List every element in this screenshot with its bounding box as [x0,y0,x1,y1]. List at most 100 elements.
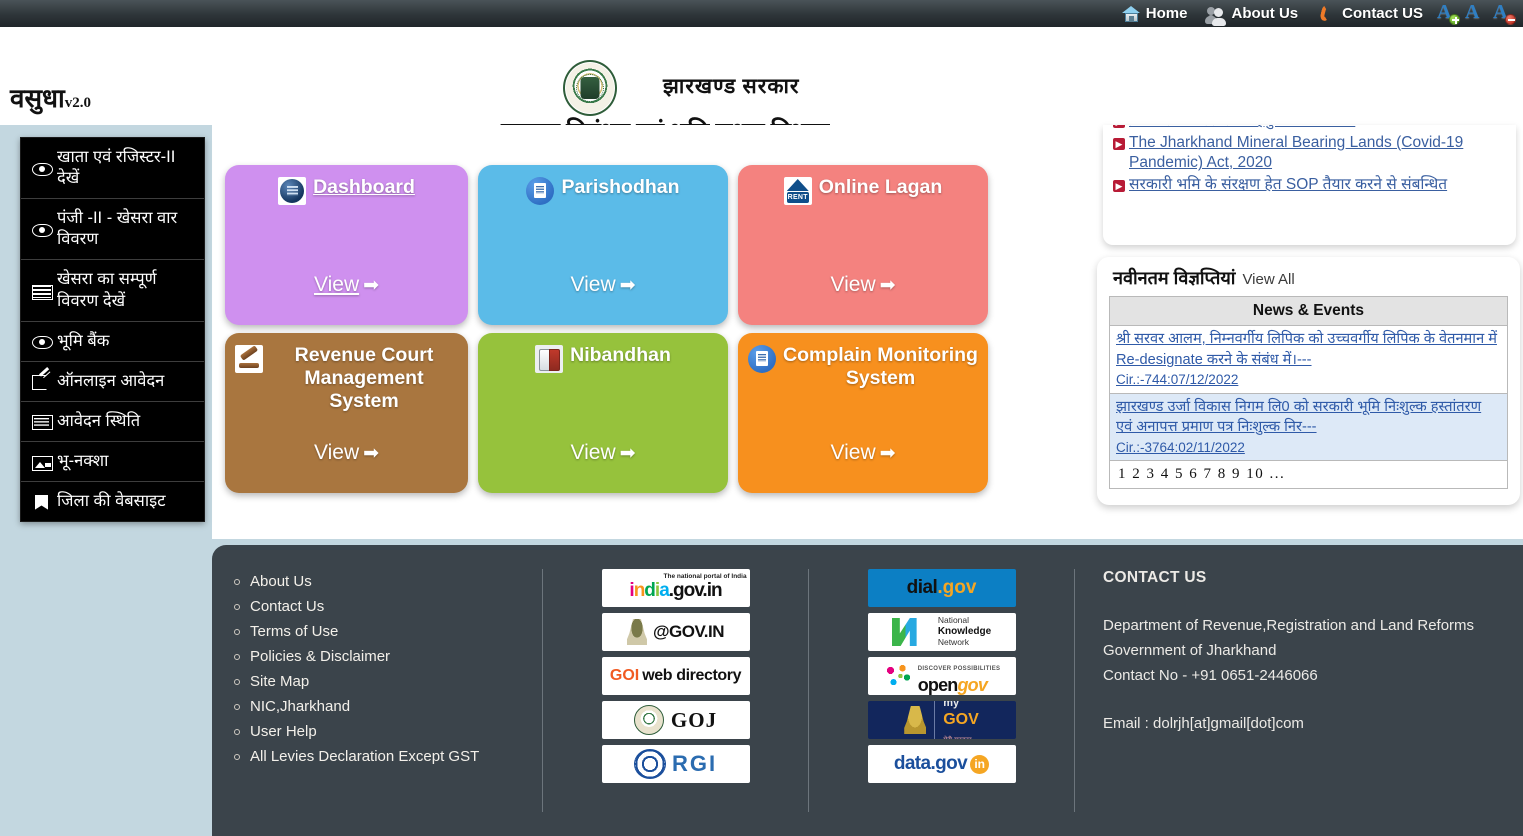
view-all-link[interactable]: View All [1242,271,1294,288]
tile-view-label: View [313,441,360,464]
ticker-item[interactable]: ▶ सरकारी भमि के संरक्षण हेत SOP तैयार कर… [1113,175,1506,196]
at-gov-in-logo[interactable]: @GOV.IN [601,613,750,651]
top-nav-links: Home About Us Contact US A A A [1112,0,1523,26]
india-gov-text: india.gov.in [629,580,722,601]
tile-title: Revenue Court Management System [294,344,434,412]
dial-gov-logo[interactable]: dial .gov [867,569,1016,607]
tile-view-link[interactable]: View ➡ [738,273,988,297]
tile-online-lagan[interactable]: RENT Online Lagan View ➡ [738,165,988,325]
sidebar-item-khata-register[interactable]: खाता एवं रजिस्टर-II देखें [21,138,204,200]
tile-view-label: View [570,441,616,464]
font-letter: A [1465,0,1480,23]
nav-contact-us[interactable]: Contact US [1308,4,1433,23]
pagination[interactable]: 1 2 3 4 5 6 7 8 9 10 ... [1110,461,1508,489]
tile-revenue-court-management-system[interactable]: Revenue Court Management System View ➡ [225,333,468,493]
footer-link-about-us[interactable]: About Us [232,569,542,594]
footer-logos-column-1: The national portal of India india.gov.i… [543,569,808,836]
rgi-logo[interactable]: RGI [601,745,750,783]
govt-name-hindi: झारखण्ड सरकार [663,74,800,98]
nav-home[interactable]: Home [1112,4,1198,23]
tile-header: Revenue Court Management System [225,333,468,413]
footer-link-nic-jharkhand[interactable]: NIC,Jharkhand [232,694,542,719]
sidebar-item-online-application[interactable]: ऑनलाइन आवेदन [21,362,204,402]
sidebar-item-district-website[interactable]: जिला की वेबसाइट [21,482,204,521]
nkn-mark-icon [891,618,917,646]
data-gov-in-logo[interactable]: data.gov in [867,745,1016,783]
lines-icon [32,283,53,300]
tile-dashboard[interactable]: Dashboard View ➡ [225,165,468,325]
tile-parishodhan[interactable]: Parishodhan View ➡ [478,165,728,325]
tile-complain-monitoring-system[interactable]: Complain Monitoring System View ➡ [738,333,988,493]
sidebar-item-panji-khesra[interactable]: पंजी -II - खेसरा वार विवरण [21,199,204,261]
emblem-icon [633,705,664,735]
goj-logo[interactable]: GOJ [601,701,750,739]
tile-view-link[interactable]: View ➡ [225,273,468,297]
news-item-text[interactable]: झारखण्ड उर्जा विकास निगम लि0 को सरकारी भ… [1116,399,1481,436]
document-check-icon [526,177,555,205]
sidebar-item-application-status[interactable]: आवेदन स्थिति [21,402,204,442]
tile-header: RENT Online Lagan [738,165,988,205]
tile-view-link[interactable]: View ➡ [478,441,728,465]
edit-icon [32,373,52,391]
in-badge: in [970,754,990,774]
ticker-item-text: सरकारी भमि के संरक्षण हेत SOP तैयार करने… [1129,175,1448,193]
decrease-font-button[interactable]: A [1491,1,1517,26]
footer-link-all-levies-declaration[interactable]: All Levies Declaration Except GST [232,744,542,769]
increase-font-button[interactable]: A [1435,1,1461,26]
india-gov-in-logo[interactable]: The national portal of India india.gov.i… [601,569,750,607]
news-item-circular[interactable]: Cir.:-3764:02/11/2022 [1116,440,1245,455]
sidebar-menu: खाता एवं रजिस्टर-II देखें पंजी -II - खेस… [20,137,205,523]
table-row[interactable]: झारखण्ड उर्जा विकास निगम लि0 को सरकारी भ… [1109,393,1508,462]
footer-link-user-help[interactable]: User Help [232,719,542,744]
tile-header: Nibandhan [478,333,728,373]
tile-view-link[interactable]: View ➡ [478,273,728,297]
sidebar-item-khesra-full-detail[interactable]: खेसरा का सम्पूर्ण विवरण देखें [21,260,204,322]
tile-nibandhan[interactable]: Nibandhan View ➡ [478,333,728,493]
eye-icon [32,333,53,350]
brand-logo[interactable]: वसुधाv2.0 [10,79,91,115]
minus-badge-icon [1505,13,1516,25]
sidebar-item-bhumi-bank[interactable]: भूमि बैंक [21,322,204,362]
bullet-icon [234,603,240,610]
nav-contact-us-label: Contact US [1342,5,1423,22]
sidebar-item-bhu-naksha[interactable]: भू-नक्शा [21,442,204,483]
pagination-numbers: 1 2 3 4 5 6 7 8 9 10 ... [1118,466,1286,483]
tile-view-link[interactable]: View ➡ [225,441,468,465]
footer-link-policies-disclaimer[interactable]: Policies & Disclaimer [232,644,542,669]
ticker-item-text: क्रय बिक्रय पर प्रतिबंध हेतु कमिटी गठन । [1129,125,1355,132]
eye-icon [32,160,53,177]
bullet-arrow-icon: ▶ [1113,137,1125,150]
contact-department: Department of Revenue,Registration and L… [1103,617,1475,634]
national-knowledge-network-logo[interactable]: National Knowledge Network [867,613,1016,651]
arrow-right-icon: ➡ [619,443,636,464]
goi-text: GOI [609,667,640,684]
goi-web-directory-logo[interactable]: GOI web directory [601,657,750,695]
people-icon [1205,4,1227,26]
news-item-text[interactable]: श्री सरवर आलम, निम्नवर्गीय लिपिक को उच्च… [1116,331,1497,368]
ticker-item[interactable]: ▶ क्रय बिक्रय पर प्रतिबंध हेतु कमिटी गठन… [1113,125,1506,132]
table-row[interactable]: श्री सरवर आलम, निम्नवर्गीय लिपिक को उच्च… [1109,325,1508,394]
opengov-logo[interactable]: DISCOVER POSSIBILITIES opengov [867,657,1016,695]
sidebar-item-label: भूमि बैंक [57,331,110,350]
contact-email: Email : dolrjh[at]gmail[dot]com [1103,714,1304,732]
news-item-circular[interactable]: Cir.:-744:07/12/2022 [1116,372,1238,387]
tile-title: Parishodhan [561,176,680,198]
bullet-icon [234,678,240,685]
default-font-button[interactable]: A [1463,0,1489,26]
footer-link-site-map[interactable]: Site Map [232,669,542,694]
sidebar-item-label: पंजी -II - खेसरा वार विवरण [57,209,178,249]
nav-about-us[interactable]: About Us [1197,4,1308,26]
book-icon [535,345,564,373]
footer-link-terms-of-use[interactable]: Terms of Use [232,619,542,644]
document-check-icon [748,345,776,373]
tile-view-link[interactable]: View ➡ [738,441,988,465]
site-footer: About Us Contact Us Terms of Use Policie… [212,545,1523,836]
ticker-item-text: The Jharkhand Mineral Bearing Lands (Cov… [1129,133,1464,172]
mygov-logo[interactable]: my GOV मेरी सरकार [867,701,1016,739]
footer-contact-column: CONTACT US Department of Revenue,Registr… [1075,569,1523,836]
ticker-item[interactable]: ▶ The Jharkhand Mineral Bearing Lands (C… [1113,133,1506,174]
emblem-icon [633,749,666,779]
footer-link-contact-us[interactable]: Contact Us [232,594,542,619]
table-icon [32,413,53,431]
news-cell: श्री सरवर आलम, निम्नवर्गीय लिपिक को उच्च… [1109,325,1508,394]
